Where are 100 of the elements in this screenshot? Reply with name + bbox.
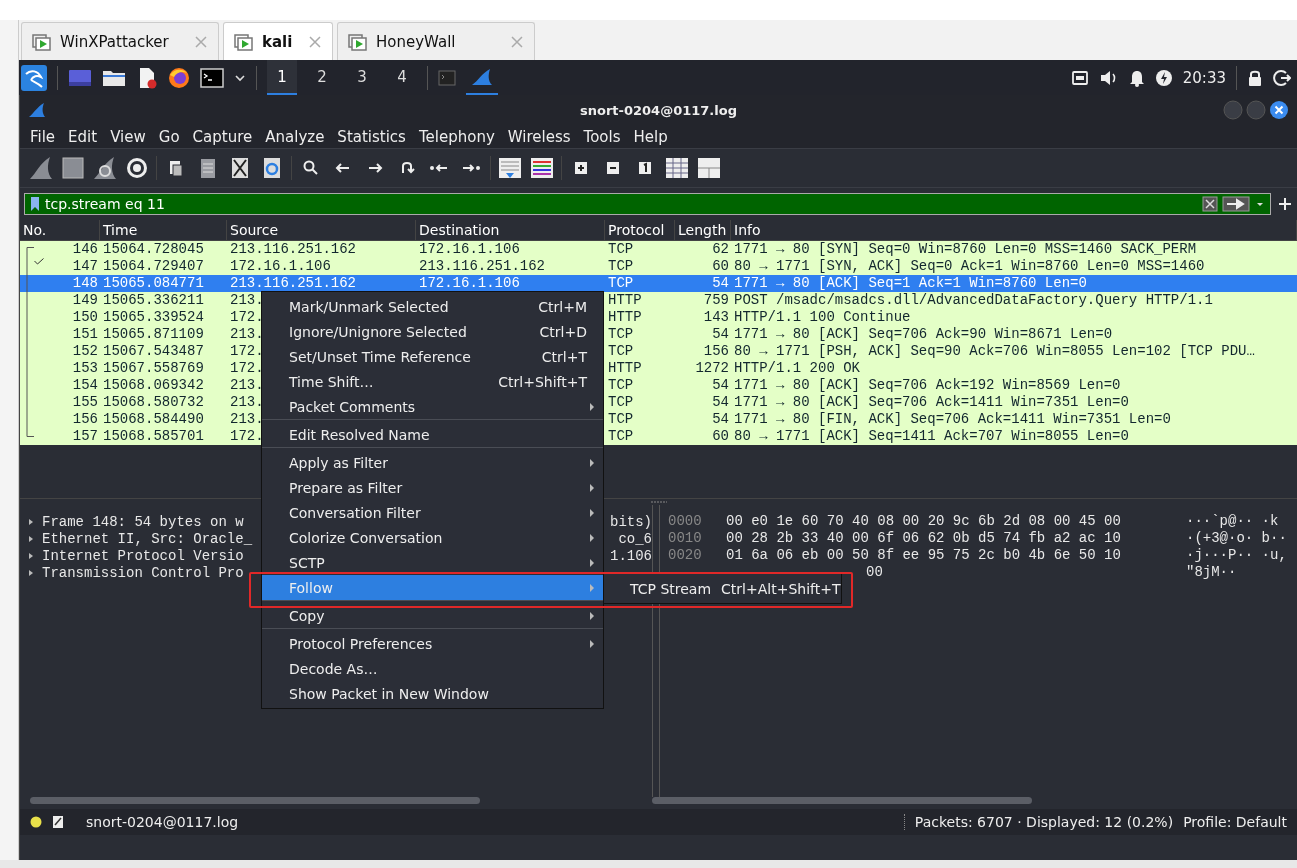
menu-item[interactable]: View	[104, 127, 152, 146]
hex-bytes: 01 6a 06 eb 00 50 8f ee 95 75 2c b0 4b 6e 50 10	[725, 547, 1122, 564]
status-dot-icon[interactable]	[30, 816, 42, 828]
menu-item[interactable]: Analyze	[259, 127, 331, 146]
play-window-icon	[348, 31, 368, 52]
context-menu-item[interactable]: Time Shift… Ctrl+Shift+T	[262, 369, 603, 394]
profile-label[interactable]: Profile: Default	[1183, 814, 1287, 830]
table-cell-text: 213.	[229, 377, 264, 394]
context-menu-item[interactable]: Show Packet in New Window	[262, 681, 603, 706]
context-menu-item[interactable]: Packet Comments	[262, 394, 603, 419]
context-menu-item[interactable]: Mark/Unmark Selected Ctrl+M	[262, 294, 603, 319]
table-cell-text: 156	[71, 411, 99, 428]
workspace-button[interactable]: 1	[267, 60, 297, 95]
kali-logo-icon[interactable]	[21, 64, 47, 91]
restart-fin-icon[interactable]	[92, 155, 118, 181]
menu-item[interactable]: Wireless	[501, 127, 577, 146]
context-menu-item[interactable]: Protocol Preferences	[262, 628, 603, 656]
table-cell-text: 54	[711, 326, 730, 343]
menu-item[interactable]: Go	[152, 127, 186, 146]
note-icon[interactable]	[52, 815, 64, 829]
context-menu-item[interactable]: SCTP	[262, 550, 603, 575]
play-window-icon	[32, 31, 52, 52]
columns-icon[interactable]	[664, 155, 690, 181]
logout-icon[interactable]	[1273, 68, 1291, 87]
stop-square-icon[interactable]	[60, 155, 86, 181]
workspace-button[interactable]: 4	[387, 60, 417, 95]
vm-tab[interactable]: HoneyWall	[337, 22, 535, 60]
table-cell-text: 148	[71, 275, 99, 292]
gear-icon[interactable]	[124, 155, 150, 181]
tree-item[interactable]: Transmission Control Pro	[42, 564, 244, 581]
context-menu-item[interactable]: Colorize Conversation	[262, 525, 603, 550]
shark-fin-icon[interactable]	[470, 66, 494, 87]
column-header[interactable]: Protocol	[605, 220, 675, 240]
close-button[interactable]	[1269, 100, 1289, 120]
lock-icon[interactable]	[1247, 68, 1263, 87]
network-icon[interactable]	[1070, 69, 1089, 86]
grid-icon[interactable]	[696, 155, 722, 181]
workspace-button[interactable]: 2	[307, 60, 337, 95]
table-cell-text: TCP	[607, 326, 634, 343]
table-cell-text: 146	[71, 241, 99, 258]
table-cell-text: 15065.084771	[102, 275, 204, 292]
table-cell-text: 759	[702, 292, 730, 309]
table-cell-text: 149	[71, 292, 99, 309]
table-cell-text: 213.116.251.162	[229, 275, 357, 292]
display-filter-field[interactable]: tcp.stream eq 11	[24, 193, 1271, 215]
table-cell-text: 172.	[229, 343, 264, 360]
table-cell-text: 213.	[229, 292, 264, 309]
clear-icon[interactable]	[1202, 196, 1218, 212]
menu-item[interactable]: Capture	[186, 127, 259, 146]
clock-time[interactable]: 20:33	[1182, 68, 1226, 87]
power-bolt-icon[interactable]	[1154, 68, 1173, 87]
tree-item[interactable]: Frame 148: 54 bytes on w	[42, 513, 244, 530]
column-header[interactable]: Source	[227, 220, 416, 240]
menu-item[interactable]: File	[24, 127, 62, 146]
menu-item[interactable]: Tools	[577, 127, 627, 146]
scrollbar-thumb[interactable]	[30, 797, 480, 804]
column-header[interactable]: Destination	[416, 220, 605, 240]
shark-fin-icon[interactable]	[28, 155, 54, 181]
context-menu-item[interactable]: Apply as Filter	[262, 447, 603, 475]
context-menu-item[interactable]: Ignore/Unignore Selected Ctrl+D	[262, 319, 603, 344]
context-menu-item[interactable]: Prepare as Filter	[262, 475, 603, 500]
context-menu-item[interactable]: Set/Unset Time Reference Ctrl+T	[262, 344, 603, 369]
menu-item[interactable]: Statistics	[331, 127, 412, 146]
menu-item[interactable]: Help	[627, 127, 674, 146]
byte-offset: 0000	[667, 513, 703, 530]
vm-tab[interactable]: WinXPattacker	[21, 22, 219, 60]
submenu-arrow-icon	[589, 639, 595, 648]
table-cell-text: 15068.580732	[102, 394, 204, 411]
add-icon[interactable]	[1277, 196, 1293, 212]
submenu-item[interactable]: TCP Stream Ctrl+Alt+Shift+T	[604, 576, 841, 601]
browser-icon[interactable]	[168, 66, 190, 89]
menu-item[interactable]: Telephony	[412, 127, 501, 146]
table-cell-text: TCP	[607, 377, 634, 394]
context-menu-item[interactable]: Conversation Filter	[262, 500, 603, 525]
vm-tab[interactable]: kali	[223, 22, 333, 60]
chevron-down-icon[interactable]	[234, 72, 246, 83]
workspace-button[interactable]: 3	[347, 60, 377, 95]
column-header[interactable]: Info	[731, 220, 1297, 240]
context-menu-item[interactable]: Edit Resolved Name	[262, 419, 603, 447]
document-icon[interactable]	[497, 155, 523, 181]
tree-item[interactable]: Ethernet II, Src: Oracle_	[42, 530, 253, 547]
bookmark-icon[interactable]	[29, 196, 41, 212]
table-cell-text: TCP	[607, 343, 634, 360]
desktop-icon[interactable]	[68, 67, 92, 88]
tree-item[interactable]: Internet Protocol Versio	[42, 547, 244, 564]
striped-lines-icon[interactable]	[529, 155, 555, 181]
context-menu-item[interactable]: Copy	[262, 600, 603, 628]
context-menu-item[interactable]: Decode As…	[262, 656, 603, 681]
table-cell-text: 80 → 1771 [PSH, ACK] Seq=90 Ack=706 Win=8055 Len=102 [TCP PDU…	[733, 343, 1255, 360]
ascii-bytes: ·j···P·· ·u,	[1186, 547, 1287, 564]
column-header[interactable]: No.	[20, 220, 100, 240]
hex-bytes: 00	[865, 564, 884, 581]
bell-icon[interactable]	[1128, 68, 1145, 87]
check-mark-icon	[34, 258, 44, 265]
table-cell-text: 157	[71, 428, 99, 445]
scrollbar-thumb[interactable]	[652, 797, 1032, 804]
menu-item[interactable]: Edit	[62, 127, 104, 146]
column-header[interactable]: Length	[675, 220, 731, 240]
column-header[interactable]: Time	[100, 220, 227, 240]
context-menu-item[interactable]: Follow	[262, 575, 603, 600]
